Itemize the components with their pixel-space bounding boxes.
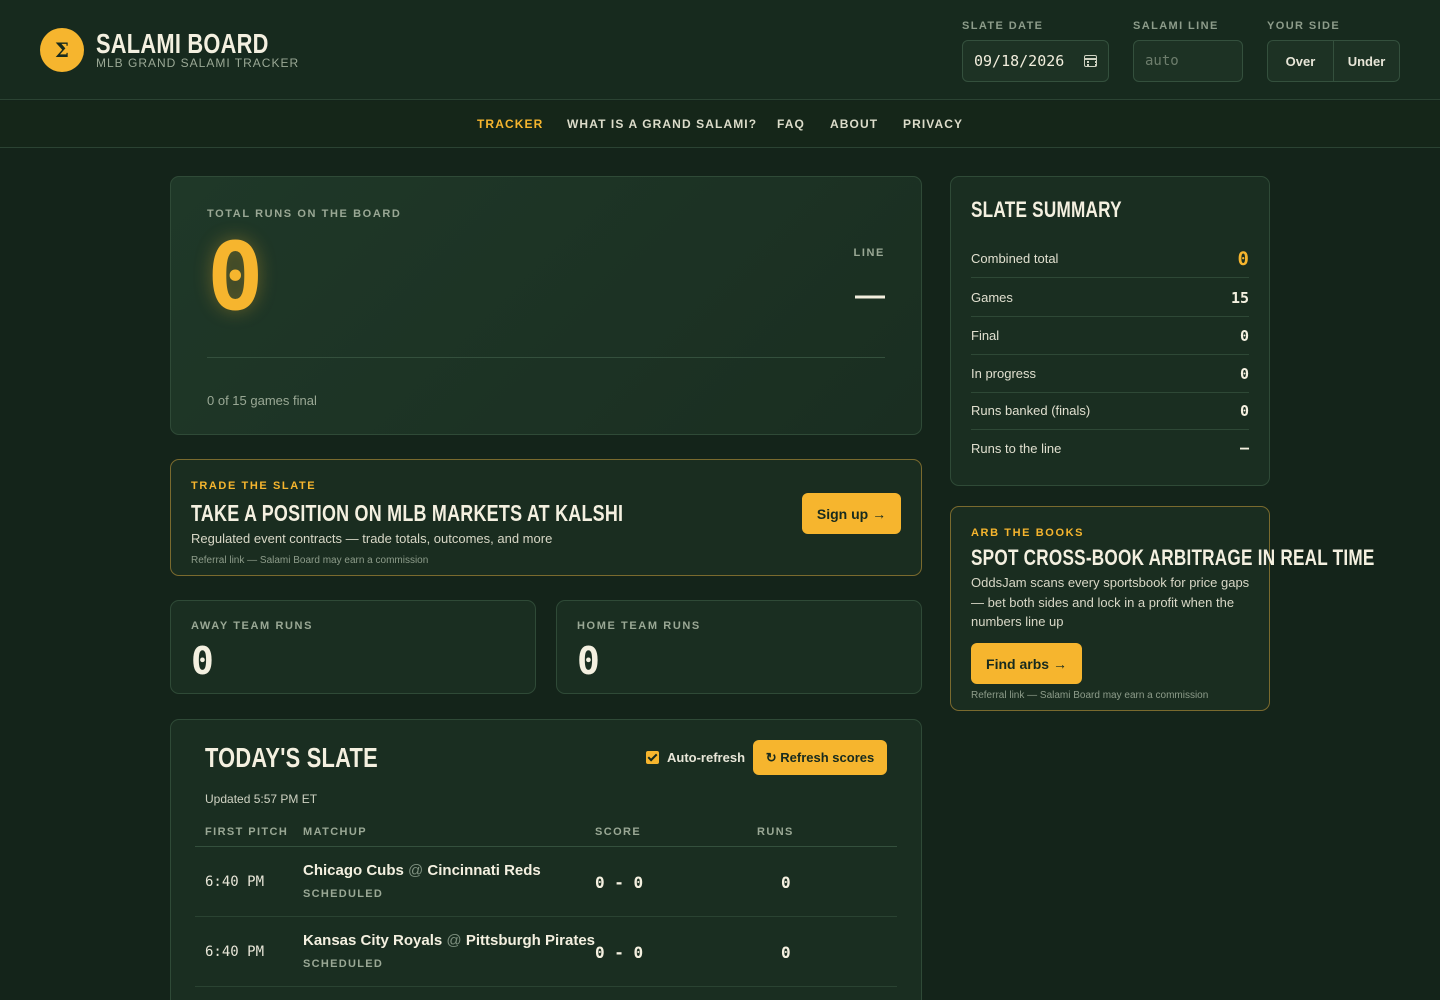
slate-title: TODAY'S SLATE [205,742,378,773]
games-final-note: 0 of 15 games final [207,393,317,408]
salami-line-input[interactable] [1133,40,1243,82]
arb-title: SPOT CROSS-BOOK ARBITRAGE IN REAL TIME [971,545,1375,570]
app-header: Σ SALAMI BOARD MLB GRAND SALAMI TRACKER … [0,0,1440,100]
kalshi-description: Regulated event contracts — trade totals… [191,531,553,546]
brand-subtitle: MLB GRAND SALAMI TRACKER [96,56,300,70]
line-label: LINE [853,247,885,259]
summary-row-runs-to-line: Runs to the line — [971,429,1249,467]
salami-line-label: SALAMI LINE [1133,20,1219,32]
summary-value: 0 [1237,247,1249,270]
matchup: Chicago Cubs @ Cincinnati Reds [303,862,541,879]
nav-what-is-grand-salami[interactable]: WHAT IS A GRAND SALAMI? [567,117,757,131]
away-team: Kansas City Royals [303,932,443,949]
away-runs-value: 0 [191,639,214,683]
refresh-scores-button[interactable]: ↻ Refresh scores [753,740,887,775]
under-button[interactable]: Under [1333,41,1399,81]
game-score: 0 - 0 [595,943,644,962]
at-symbol: @ [408,862,424,879]
home-team: Cincinnati Reds [427,862,541,879]
arb-description: OddsJam scans every sportsbook for price… [971,575,1250,629]
first-pitch-time: 6:40 PM [205,944,265,960]
first-pitch-time: 6:40 PM [205,874,265,890]
away-runs-card: AWAY TEAM RUNS 0 [170,600,536,694]
game-status: SCHEDULED [303,888,384,900]
game-status: SCHEDULED [303,958,384,970]
slate-date-value: 09/18/2026 [974,52,1065,70]
over-button[interactable]: Over [1268,41,1333,81]
summary-key: Runs banked (finals) [971,403,1091,418]
game-runs: 0 [781,943,791,962]
game-runs: 0 [781,873,791,892]
table-row[interactable]: 6:40 PM Kansas City Royals @ Pittsburgh … [195,917,897,987]
home-runs-label: HOME TEAM RUNS [577,620,701,632]
oddsjam-promo-card: ARB THE BOOKS SPOT CROSS-BOOK ARBITRAGE … [950,506,1374,711]
col-matchup: MATCHUP [303,826,367,838]
checkbox-checked-icon[interactable] [646,751,659,764]
summary-row-games: Games 15 [971,279,1249,317]
total-runs-value: 0 [207,223,264,332]
col-score: SCORE [595,826,642,838]
slate-date-label: SLATE DATE [962,20,1044,32]
your-side-label: YOUR SIDE [1267,20,1341,32]
calendar-icon[interactable] [1084,55,1097,67]
away-runs-label: AWAY TEAM RUNS [191,620,314,632]
summary-row-in-progress: In progress 0 [971,355,1249,393]
away-team: Chicago Cubs [303,862,404,879]
kalshi-promo-card: TRADE THE SLATE TAKE A POSITION ON MLB M… [170,459,922,576]
arb-referral-note: Referral link — Salami Board may earn a … [971,690,1209,701]
slate-date-input[interactable]: 09/18/2026 [962,40,1109,82]
summary-row-runs-banked: Runs banked (finals) 0 [971,392,1249,430]
nav-privacy[interactable]: PRIVACY [903,117,963,131]
kalshi-signup-button[interactable]: Sign up → [802,493,901,534]
updated-timestamp: Updated 5:57 PM ET [205,792,318,806]
nav-faq[interactable]: FAQ [777,117,805,131]
auto-refresh-label: Auto-refresh [667,750,746,765]
home-runs-card: HOME TEAM RUNS 0 [556,600,922,694]
kalshi-referral-note: Referral link — Salami Board may earn a … [191,555,429,566]
todays-slate-card: TODAY'S SLATE Auto-refresh ↻ Refresh sco… [170,719,922,1000]
summary-key: Games [971,290,1013,305]
find-arbs-button[interactable]: Find arbs → [971,643,1082,684]
total-runs-label: TOTAL RUNS ON THE BOARD [207,208,402,220]
summary-key: Runs to the line [971,440,1062,456]
summary-key: Combined total [971,251,1059,266]
divider [207,357,885,358]
game-score: 0 - 0 [595,873,644,892]
home-team: Pittsburgh Pirates [465,932,596,949]
total-runs-card: TOTAL RUNS ON THE BOARD 0 LINE — 0 of 15… [170,176,922,435]
col-first-pitch: FIRST PITCH [205,826,289,838]
sigma-logo-icon: Σ [40,28,84,72]
summary-value: 0 [1239,401,1249,420]
summary-value: 0 [1239,326,1249,345]
summary-key: In progress [971,366,1037,381]
nav-about[interactable]: ABOUT [830,117,878,131]
arb-eyebrow: ARB THE BOOKS [971,527,1085,539]
summary-row-combined-total: Combined total 0 [971,240,1249,278]
auto-refresh-toggle[interactable]: Auto-refresh [646,750,745,765]
summary-value: 0 [1239,364,1249,383]
summary-value: — [1239,439,1249,457]
slate-summary-card: SLATE SUMMARY Combined total 0 Games 15 … [950,176,1270,486]
kalshi-title: TAKE A POSITION ON MLB MARKETS AT KALSHI [191,500,624,526]
line-value: — [855,279,885,312]
summary-row-final: Final 0 [971,317,1249,355]
main-nav: TRACKER WHAT IS A GRAND SALAMI? FAQ ABOU… [0,101,1440,148]
matchup: Kansas City Royals @ Pittsburgh Pirates [303,932,595,949]
kalshi-eyebrow: TRADE THE SLATE [191,480,317,492]
col-runs: RUNS [757,826,794,838]
summary-value: 15 [1230,288,1249,307]
at-symbol: @ [446,932,462,949]
summary-title: SLATE SUMMARY [971,197,1122,222]
side-toggle: Over Under [1267,40,1400,82]
home-runs-value: 0 [577,639,600,683]
table-row[interactable]: 6:40 PM Chicago Cubs @ Cincinnati Reds S… [195,847,897,917]
nav-tracker[interactable]: TRACKER [477,117,543,131]
summary-key: Final [971,328,1000,343]
